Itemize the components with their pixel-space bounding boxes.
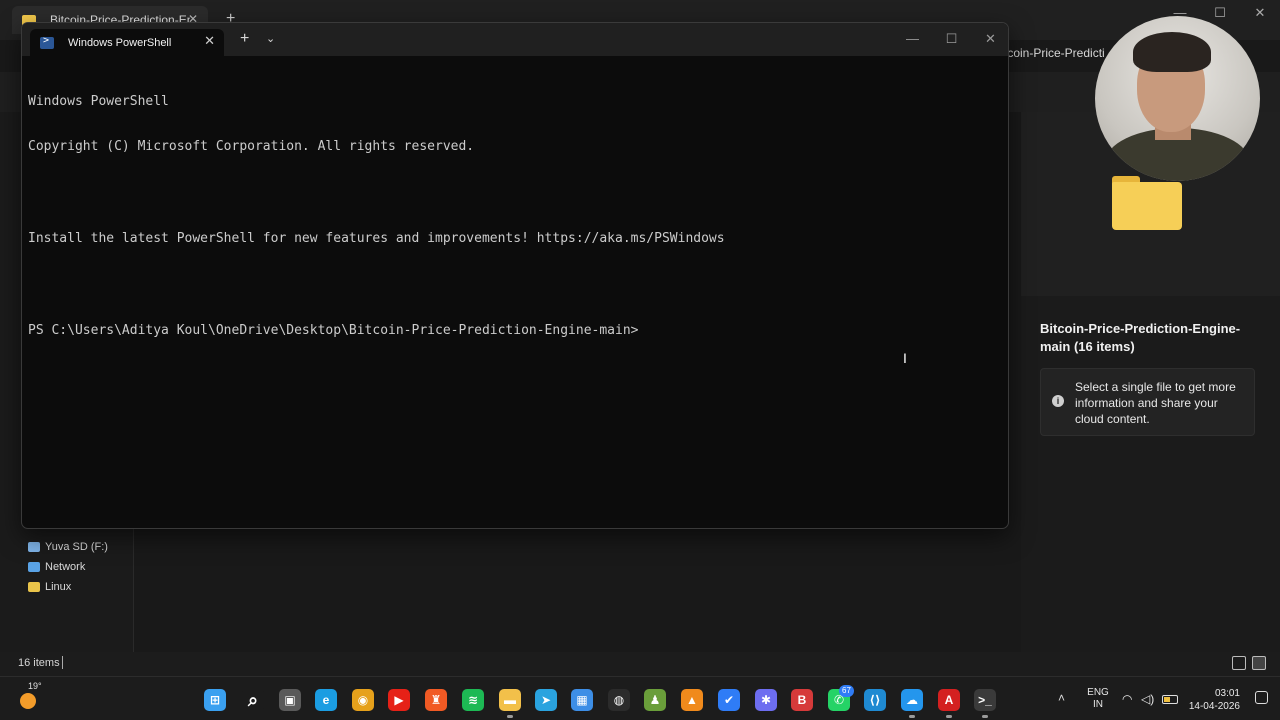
github-icon[interactable]: ◍ bbox=[608, 689, 630, 711]
weather-icon bbox=[20, 693, 36, 709]
terminal-line: Install the latest PowerShell for new fe… bbox=[28, 231, 725, 247]
details-info-card: i Select a single file to get more infor… bbox=[1040, 368, 1255, 436]
nav-item-network[interactable]: Network bbox=[28, 561, 85, 573]
docker-icon[interactable]: ☁ bbox=[901, 689, 923, 711]
date: 14-04-2026 bbox=[1188, 701, 1240, 712]
chevron-up-icon[interactable]: ˄ bbox=[1058, 691, 1065, 705]
terminal-tab[interactable]: Windows PowerShell ✕ bbox=[30, 29, 224, 56]
region-code: IN bbox=[1093, 699, 1103, 710]
terminal-output[interactable]: Windows PowerShell Copyright (C) Microso… bbox=[28, 63, 998, 369]
running-indicator bbox=[909, 715, 915, 718]
mouse-cursor-icon: I bbox=[903, 350, 907, 366]
vscode-icon[interactable]: ⟨⟩ bbox=[864, 689, 886, 711]
sd-card-icon bbox=[28, 542, 40, 552]
youtube-icon[interactable]: ▶ bbox=[388, 689, 410, 711]
terminal-tab-title: Windows PowerShell bbox=[68, 36, 172, 49]
terminal-titlebar: Windows PowerShell ✕ + ⌄ — ☐ ✕ bbox=[22, 23, 1008, 56]
running-indicator bbox=[982, 715, 988, 718]
close-icon[interactable]: ✕ bbox=[1240, 0, 1280, 28]
status-divider bbox=[62, 656, 63, 669]
spotify-icon[interactable]: ≋ bbox=[462, 689, 484, 711]
info-icon: i bbox=[1052, 395, 1064, 407]
close-tab-icon[interactable]: ✕ bbox=[204, 33, 215, 49]
wifi-icon[interactable]: ◠ bbox=[1122, 692, 1132, 706]
chevron-down-icon[interactable]: ⌄ bbox=[266, 32, 275, 45]
details-title: Bitcoin-Price-Prediction-Engine-main (16… bbox=[1040, 321, 1241, 354]
item-count: 16 items bbox=[18, 657, 60, 669]
time: 03:01 bbox=[1214, 688, 1240, 699]
edge-icon[interactable]: e bbox=[315, 689, 337, 711]
bitwarden-icon[interactable]: B bbox=[791, 689, 813, 711]
powershell-icon bbox=[40, 35, 54, 49]
store-icon[interactable]: ▦ bbox=[571, 689, 593, 711]
terminal-line: Copyright (C) Microsoft Corporation. All… bbox=[28, 139, 475, 155]
nav-item-yuva-sd[interactable]: Yuva SD (F:) bbox=[28, 541, 108, 553]
search-icon[interactable]: ⌕ bbox=[242, 689, 264, 711]
view-toggle bbox=[1232, 656, 1266, 670]
minimize-icon[interactable]: — bbox=[893, 23, 932, 56]
nav-item-label: Linux bbox=[45, 581, 72, 593]
volume-icon[interactable]: ◁) bbox=[1141, 692, 1154, 706]
address-bar[interactable]: tcoin-Price-Predicti bbox=[1004, 46, 1105, 60]
close-icon[interactable]: ✕ bbox=[971, 23, 1008, 56]
terminal-icon[interactable]: >_ bbox=[974, 689, 996, 711]
brave-icon[interactable]: ♜ bbox=[425, 689, 447, 711]
vlc-icon[interactable]: ▲ bbox=[681, 689, 703, 711]
acrobat-icon[interactable]: A bbox=[938, 689, 960, 711]
settings-app-icon[interactable]: ✱ bbox=[755, 689, 777, 711]
notification-badge: 67 bbox=[839, 685, 854, 697]
details-info-text: Select a single file to get more informa… bbox=[1075, 380, 1236, 426]
task-view-icon[interactable]: ▣ bbox=[279, 689, 301, 711]
folder-icon bbox=[1112, 176, 1182, 230]
nav-item-label: Yuva SD (F:) bbox=[45, 541, 108, 553]
start-button[interactable]: ⊞ bbox=[204, 689, 226, 711]
todo-icon[interactable]: ✔ bbox=[718, 689, 740, 711]
weather-temp: 19° bbox=[28, 681, 42, 691]
webcam-overlay bbox=[1095, 16, 1260, 181]
nav-item-label: Network bbox=[45, 561, 86, 573]
language-code: ENG bbox=[1087, 687, 1109, 698]
details-pane: Bitcoin-Price-Prediction-Engine-main (16… bbox=[1021, 112, 1280, 652]
new-tab-button[interactable]: + bbox=[240, 30, 249, 48]
terminal-line: Windows PowerShell bbox=[28, 93, 169, 109]
desktop: Bitcoin-Price-Prediction-Engine-main ✕ +… bbox=[0, 0, 1280, 720]
file-explorer-icon[interactable]: ▬ bbox=[499, 689, 521, 711]
tiles-view-icon[interactable] bbox=[1252, 656, 1266, 670]
running-indicator bbox=[507, 715, 513, 718]
terminal-window-controls: — ☐ ✕ bbox=[893, 23, 1008, 56]
linux-penguin-icon bbox=[28, 582, 40, 592]
chess-icon[interactable]: ♟ bbox=[644, 689, 666, 711]
running-indicator bbox=[946, 715, 952, 718]
weather-widget[interactable]: 19° bbox=[18, 681, 42, 709]
powershell-window: Windows PowerShell ✕ + ⌄ — ☐ ✕ Windows P… bbox=[21, 22, 1009, 529]
clock[interactable]: 03:01 14-04-2026 bbox=[1188, 687, 1240, 713]
maximize-icon[interactable]: ☐ bbox=[932, 23, 971, 56]
nav-item-linux[interactable]: Linux bbox=[28, 581, 71, 593]
taskbar: 19° ⊞ ⌕ ▣ e ◉ ▶ ♜ ≋ ▬ ➤ ▦ ◍ ♟ ▲ ✔ ✱ B ✆ ⟨⟩ ☁ A >_ 67 ˄ ENG IN… bbox=[0, 676, 1280, 720]
details-view-icon[interactable] bbox=[1232, 656, 1246, 670]
battery-icon[interactable] bbox=[1162, 695, 1178, 704]
status-bar: 16 items bbox=[0, 652, 1280, 676]
language-indicator[interactable]: ENG IN bbox=[1087, 687, 1109, 711]
telegram-icon[interactable]: ➤ bbox=[535, 689, 557, 711]
notification-center-icon[interactable] bbox=[1255, 691, 1268, 704]
network-icon bbox=[28, 562, 40, 572]
chrome-icon[interactable]: ◉ bbox=[352, 689, 374, 711]
terminal-prompt: PS C:\Users\Aditya Koul\OneDrive\Desktop… bbox=[28, 323, 639, 339]
